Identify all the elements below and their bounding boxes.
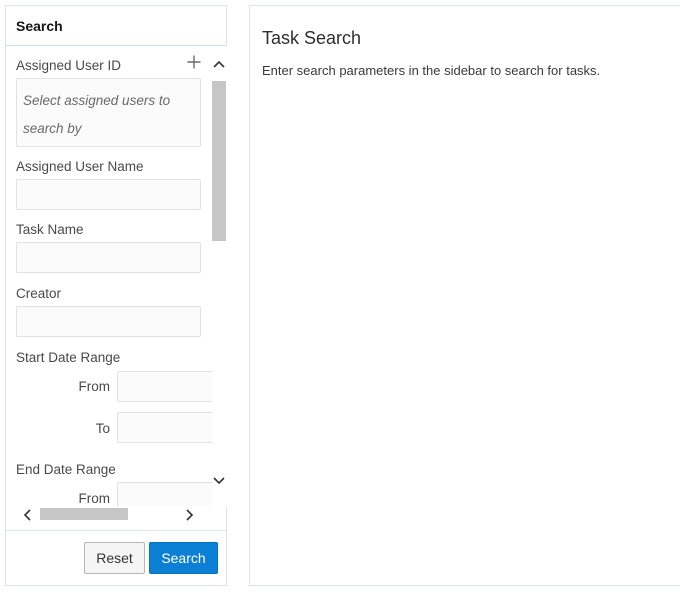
start-date-from-label: From <box>78 379 111 394</box>
page-title: Task Search <box>262 28 362 48</box>
assigned-user-id-placeholder-line2: search by <box>23 121 82 136</box>
horizontal-scrollbar[interactable] <box>6 506 212 522</box>
assigned-user-id-placeholder-line1: Select assigned users to <box>23 93 171 108</box>
assigned-user-name-input[interactable] <box>16 179 201 210</box>
assigned-user-id-select[interactable]: Select assigned users to search by <box>16 78 201 147</box>
sidebar-title: Search <box>6 6 226 46</box>
search-form-viewport: Assigned User ID Select assigned users t… <box>6 46 212 506</box>
main-panel: Task Search Enter search parameters in t… <box>249 5 680 586</box>
task-name-input[interactable] <box>16 242 201 273</box>
task-name-label: Task Name <box>16 222 84 237</box>
assigned-user-id-label: Assigned User ID <box>16 58 122 73</box>
chevron-up-icon[interactable] <box>213 60 225 68</box>
assigned-user-name-label: Assigned User Name <box>16 159 144 174</box>
end-date-range-label: End Date Range <box>16 462 116 477</box>
plus-icon[interactable] <box>186 54 202 70</box>
start-date-from-input[interactable] <box>117 371 212 402</box>
search-button[interactable]: Search <box>149 542 218 574</box>
end-date-from-input[interactable] <box>117 482 212 506</box>
page-description: Enter search parameters in the sidebar t… <box>262 63 601 78</box>
start-date-to-label: To <box>95 421 110 436</box>
search-sidebar: Search Assigned User ID Select assigned … <box>5 5 228 586</box>
creator-input[interactable] <box>16 306 201 337</box>
vertical-scrollbar[interactable] <box>212 46 228 506</box>
chevron-right-icon[interactable] <box>186 509 194 521</box>
chevron-left-icon[interactable] <box>23 509 31 521</box>
chevron-down-icon[interactable] <box>213 477 225 485</box>
vertical-scroll-thumb[interactable] <box>212 81 226 241</box>
end-date-from-label: From <box>78 491 111 506</box>
sidebar-footer: Reset Search <box>6 530 226 586</box>
start-date-range-label: Start Date Range <box>16 350 121 365</box>
reset-button[interactable]: Reset <box>84 542 145 574</box>
horizontal-scroll-thumb[interactable] <box>40 508 128 520</box>
start-date-to-input[interactable] <box>117 412 212 443</box>
creator-label: Creator <box>16 286 62 301</box>
